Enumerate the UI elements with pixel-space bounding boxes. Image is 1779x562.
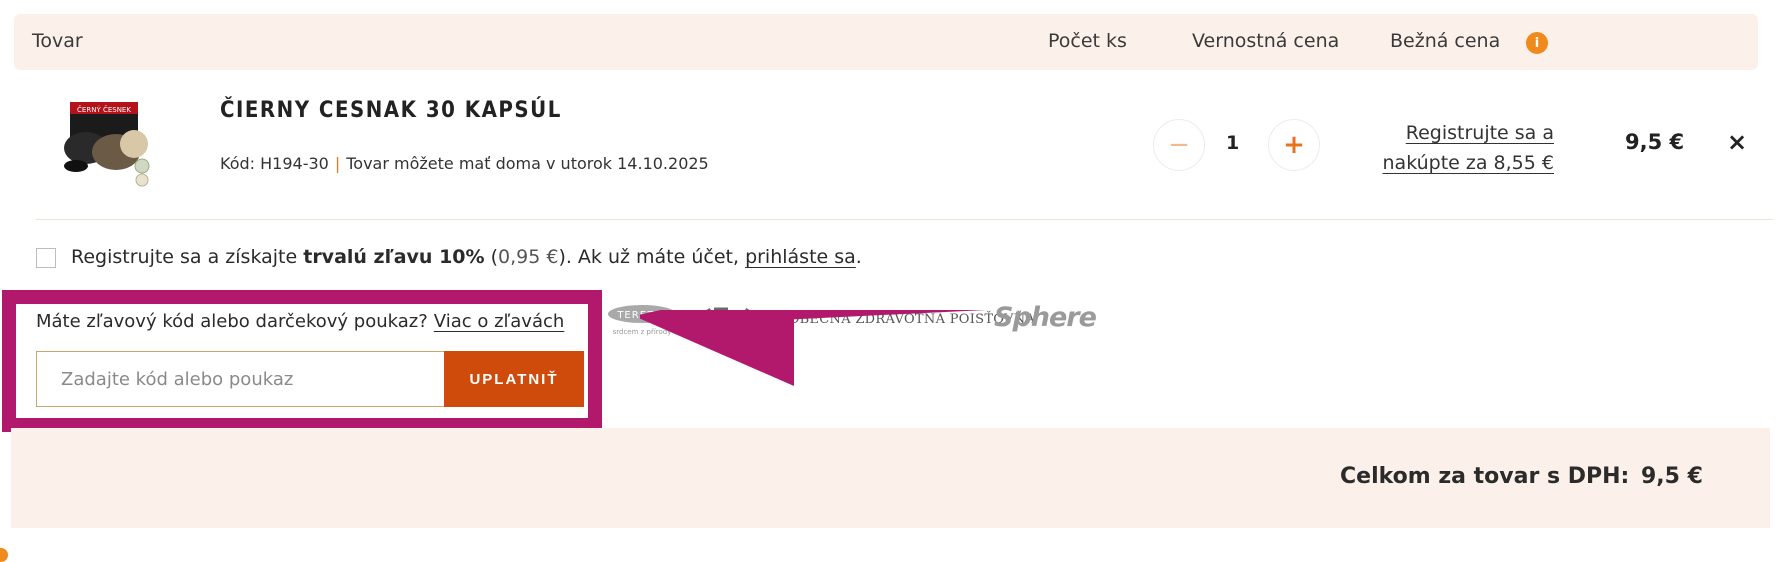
loyalty-link-line2[interactable]: nakúpte za 8,55 €: [1383, 152, 1554, 174]
info-icon[interactable]: i: [1526, 32, 1548, 54]
loyalty-price-link[interactable]: Registrujte sa a nakúpte za 8,55 €: [1338, 118, 1554, 178]
quantity-increase-button[interactable]: +: [1268, 119, 1320, 171]
column-quantity-header: Počet ks: [1048, 30, 1127, 52]
register-offer-text: Registrujte sa a získajte trvalú zľavu 1…: [71, 246, 862, 268]
delivery-info: Tovar môžete mať doma v utorok 14.10.202…: [346, 154, 709, 173]
coupon-question-text: Máte zľavový kód alebo darčekový poukaz?: [36, 311, 428, 332]
meta-separator: |: [334, 154, 341, 173]
regular-price: 9,5 €: [1625, 130, 1685, 154]
register-checkbox[interactable]: [36, 248, 56, 268]
corner-widget-icon[interactable]: [0, 548, 8, 562]
register-text-a: Registrujte sa a získajte: [71, 246, 304, 268]
column-product-header: Tovar: [32, 30, 83, 52]
register-discount-bold: trvalú zľavu 10%: [303, 246, 485, 268]
quantity-value: 1: [1226, 132, 1240, 154]
product-code: Kód: H194-30: [220, 154, 329, 173]
register-text-b: (: [484, 246, 498, 268]
product-meta: Kód: H194-30 | Tovar môžete mať doma v uto…: [220, 154, 709, 173]
coupon-code-input[interactable]: [36, 351, 444, 407]
login-link[interactable]: prihláste sa: [745, 246, 856, 268]
product-thumbnail[interactable]: ČERNÝ ČESNEK: [56, 96, 168, 188]
annotation-arrow-icon: [634, 280, 1111, 386]
discounts-info-link[interactable]: Viac o zľavách: [434, 311, 565, 332]
product-name[interactable]: ČIERNY CESNAK 30 KAPSÚL: [220, 98, 562, 123]
total-value: 9,5 €: [1641, 464, 1703, 489]
svg-text:ČERNÝ ČESNEK: ČERNÝ ČESNEK: [77, 105, 131, 114]
column-loyalty-price-header: Vernostná cena: [1192, 30, 1340, 52]
register-text-d: .: [855, 246, 862, 268]
remove-item-icon[interactable]: ×: [1727, 128, 1747, 156]
row-divider: [36, 219, 1773, 220]
loyalty-link-line1[interactable]: Registrujte sa a: [1406, 122, 1554, 144]
coupon-question: Máte zľavový kód alebo darčekový poukaz?…: [36, 311, 564, 332]
quantity-decrease-button[interactable]: −: [1153, 119, 1205, 171]
apply-coupon-button[interactable]: UPLATNIŤ: [444, 351, 584, 407]
discount-amount: 0,95 €: [498, 246, 559, 268]
register-text-c: ). Ak už máte účet,: [558, 246, 746, 268]
total-label: Celkom za tovar s DPH:: [1340, 464, 1630, 489]
column-regular-price-header: Bežná cena: [1390, 30, 1501, 52]
